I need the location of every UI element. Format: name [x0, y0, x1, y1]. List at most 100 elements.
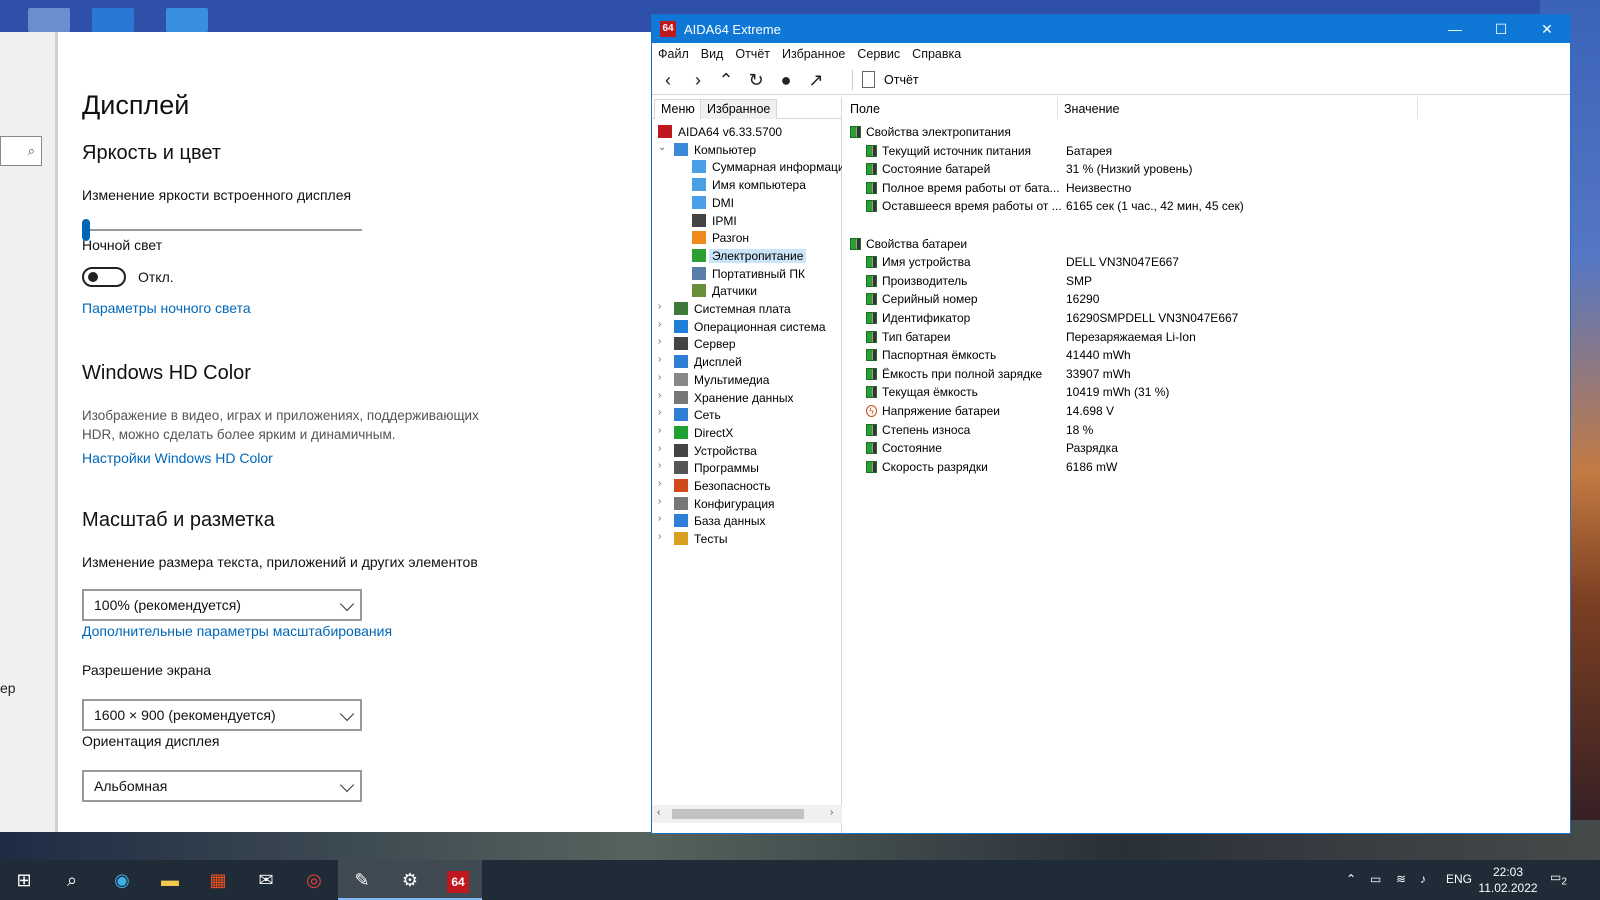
chevron-right-icon[interactable]: ›: [658, 407, 668, 418]
maximize-button[interactable]: ☐: [1478, 15, 1524, 43]
store-icon[interactable]: ▦: [194, 860, 242, 900]
volume-icon[interactable]: ♪: [1420, 872, 1426, 886]
language-indicator[interactable]: ENG: [1446, 872, 1472, 886]
paint-app-icon[interactable]: ✎: [338, 860, 386, 900]
group-row[interactable]: Свойства батареи: [844, 235, 1564, 253]
up-button[interactable]: ⌃: [714, 69, 738, 91]
chevron-right-icon[interactable]: ›: [658, 354, 668, 365]
server-icon: [674, 337, 688, 351]
file-explorer-icon[interactable]: ▬: [146, 860, 194, 900]
tree-item-label: База данных: [694, 514, 766, 529]
group-row[interactable]: Свойства электропитания: [844, 123, 1564, 141]
menu-view[interactable]: Вид: [695, 43, 730, 61]
settings-search-input[interactable]: ⌕: [0, 136, 42, 166]
field-name: Серийный номер: [882, 292, 978, 307]
table-row[interactable]: Текущая ёмкость 10419 mWh (31 %): [844, 383, 1564, 401]
table-row[interactable]: Состояние батарей 31 % (Низкий уровень): [844, 160, 1564, 178]
table-row[interactable]: Оставшееся время работы от ... 6165 сек (…: [844, 197, 1564, 215]
search-icon[interactable]: ⌕: [48, 860, 96, 900]
chevron-up-icon[interactable]: ⌃: [1346, 872, 1356, 886]
table-row[interactable]: Скорость разрядки 6186 mW: [844, 458, 1564, 476]
scale-dropdown[interactable]: 100% (рекомендуется): [82, 589, 362, 621]
menu-bar: Файл Вид Отчёт Избранное Сервис Справка: [652, 43, 1570, 65]
aida64-taskbar-button[interactable]: 64: [434, 860, 482, 900]
hdr-settings-link[interactable]: Настройки Windows HD Color: [82, 450, 273, 466]
clock[interactable]: 22:03 11.02.2022: [1478, 864, 1538, 896]
chevron-right-icon[interactable]: ›: [658, 319, 668, 330]
table-row[interactable]: Паспортная ёмкость 41440 mWh: [844, 346, 1564, 364]
title-bar[interactable]: 64 AIDA64 Extreme — ☐ ✕: [652, 15, 1570, 43]
battery-icon: [866, 274, 877, 287]
server-icon: [692, 213, 706, 227]
battery-icon[interactable]: ▭: [1370, 872, 1381, 886]
advanced-scaling-link[interactable]: Дополнительные параметры масштабирования: [82, 623, 392, 639]
menu-service[interactable]: Сервис: [851, 43, 906, 61]
back-button[interactable]: ‹: [656, 69, 680, 91]
night-light-settings-link[interactable]: Параметры ночного света: [82, 300, 251, 316]
chevron-down-icon: [339, 596, 355, 612]
edge-icon[interactable]: ◉: [98, 860, 146, 900]
chevron-right-icon[interactable]: ›: [658, 390, 668, 401]
table-row[interactable]: Ёмкость при полной зарядке 33907 mWh: [844, 365, 1564, 383]
chevron-right-icon[interactable]: ›: [658, 496, 668, 507]
scroll-left-icon[interactable]: ‹: [657, 807, 660, 818]
chevron-right-icon[interactable]: ›: [658, 425, 668, 436]
chevron-right-icon[interactable]: ›: [658, 460, 668, 471]
desktop-shortcut-icon[interactable]: [92, 8, 134, 32]
table-row[interactable]: Серийный номер 16290: [844, 290, 1564, 308]
refresh-button[interactable]: ↻: [744, 69, 768, 91]
chevron-right-icon[interactable]: ›: [658, 531, 668, 542]
chevron-right-icon[interactable]: ›: [658, 301, 668, 312]
chevron-right-icon[interactable]: ›: [658, 443, 668, 454]
document-icon: [862, 71, 875, 88]
table-row[interactable]: Текущий источник питания Батарея: [844, 142, 1564, 160]
toolbar-separator: [852, 70, 853, 90]
desktop-shortcut-icon[interactable]: [28, 8, 70, 32]
chevron-right-icon[interactable]: ›: [658, 513, 668, 524]
menu-file[interactable]: Файл: [652, 43, 695, 61]
chrome-icon[interactable]: ◎: [290, 860, 338, 900]
column-header-field[interactable]: Поле: [844, 97, 1058, 119]
forward-button[interactable]: ›: [686, 69, 710, 91]
tab-menu[interactable]: Меню: [654, 99, 702, 119]
chevron-down-icon[interactable]: ⌄: [658, 142, 668, 153]
tree-item-label: Сервер: [694, 337, 736, 352]
chevron-down-icon: [339, 706, 355, 722]
orientation-dropdown[interactable]: Альбомная: [82, 770, 362, 802]
field-name: Оставшееся время работы от ...: [882, 199, 1062, 214]
table-row[interactable]: Состояние Разрядка: [844, 439, 1564, 457]
table-row[interactable]: ϟ Напряжение батареи 14.698 V: [844, 402, 1564, 420]
settings-nav-item[interactable]: ер: [0, 680, 16, 696]
chevron-right-icon[interactable]: ›: [658, 478, 668, 489]
menu-favorites[interactable]: Избранное: [776, 43, 851, 61]
night-light-toggle[interactable]: [82, 267, 126, 287]
menu-report[interactable]: Отчёт: [729, 43, 776, 61]
tab-favorites[interactable]: Избранное: [700, 99, 778, 119]
table-row[interactable]: Идентификатор 16290SMPDELL VN3N047E667: [844, 309, 1564, 327]
scrollbar-thumb[interactable]: [672, 809, 804, 819]
chevron-right-icon[interactable]: ›: [658, 336, 668, 347]
column-header-value[interactable]: Значение: [1058, 97, 1418, 119]
notification-icon[interactable]: ▭2: [1550, 870, 1567, 887]
close-button[interactable]: ✕: [1524, 15, 1570, 43]
start-button[interactable]: ⊞: [0, 860, 48, 900]
settings-gear-icon[interactable]: ⚙: [386, 860, 434, 900]
wifi-icon[interactable]: ≋: [1396, 872, 1406, 886]
resolution-dropdown[interactable]: 1600 × 900 (рекомендуется): [82, 699, 362, 731]
table-row[interactable]: Степень износа 18 %: [844, 421, 1564, 439]
taskbar: ⊞ ⌕ ◉ ▬ ▦ ✉ ◎ ✎ ⚙ 64 ⌃ ▭ ≋ ♪ ENG 22:03 1…: [0, 860, 1600, 900]
chart-icon[interactable]: ↗: [804, 69, 828, 91]
table-row[interactable]: Тип батареи Перезаряжаемая Li-Ion: [844, 328, 1564, 346]
table-row[interactable]: Имя устройства DELL VN3N047E667: [844, 253, 1564, 271]
menu-help[interactable]: Справка: [906, 43, 967, 61]
table-row[interactable]: Производитель SMP: [844, 272, 1564, 290]
desktop-shortcut-icon[interactable]: [166, 8, 208, 32]
minimize-button[interactable]: —: [1432, 15, 1478, 43]
field-name: Полное время работы от бата...: [882, 180, 1060, 195]
mail-icon[interactable]: ✉: [242, 860, 290, 900]
chevron-right-icon[interactable]: ›: [658, 372, 668, 383]
horizontal-scrollbar[interactable]: ‹ ›: [652, 805, 842, 823]
user-icon[interactable]: ●: [774, 69, 798, 91]
scroll-right-icon[interactable]: ›: [830, 807, 833, 818]
table-row[interactable]: Полное время работы от бата... Неизвестно: [844, 179, 1564, 197]
